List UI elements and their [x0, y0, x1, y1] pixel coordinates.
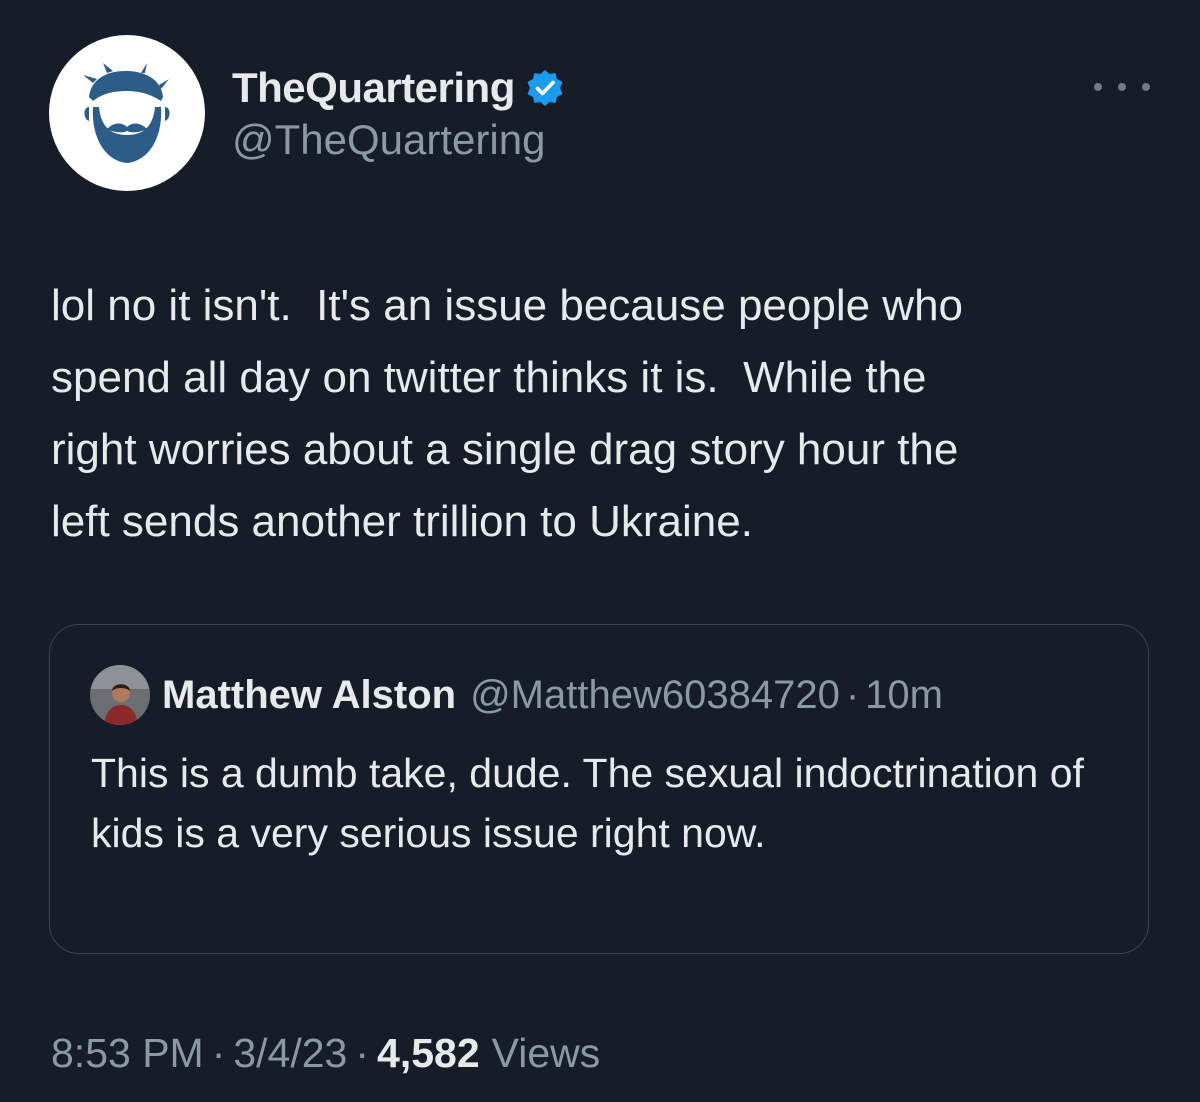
- author-avatar[interactable]: [49, 35, 205, 191]
- tweet-meta: 8:53 PM · 3/4/23 · 4,582 Views: [51, 1030, 600, 1077]
- more-dot: [1142, 83, 1150, 91]
- tweet-detail: TheQuartering @TheQuartering lol no it i…: [0, 0, 1200, 1102]
- quoted-author-handle[interactable]: @Matthew60384720: [470, 673, 840, 718]
- views-label: Views: [491, 1030, 601, 1076]
- quoted-author-avatar[interactable]: [90, 665, 150, 725]
- display-name-row: TheQuartering: [232, 62, 565, 114]
- tweet-time[interactable]: 8:53 PM: [51, 1030, 204, 1077]
- bearded-man-logo-icon: [83, 63, 170, 163]
- meta-separator: ·: [211, 1030, 226, 1076]
- quoted-author-name[interactable]: Matthew Alston: [162, 673, 456, 718]
- tweet-text: lol no it isn't. It's an issue because p…: [51, 281, 964, 546]
- author-info: TheQuartering @TheQuartering: [232, 62, 565, 164]
- quoted-timestamp[interactable]: 10m: [865, 673, 943, 718]
- verified-badge-icon[interactable]: [525, 68, 565, 108]
- quoted-tweet[interactable]: Matthew Alston @Matthew60384720 · 10m Th…: [49, 624, 1149, 954]
- quoted-tweet-header: Matthew Alston @Matthew60384720 · 10m: [90, 665, 943, 725]
- person-photo-icon: [90, 665, 150, 725]
- quoted-tweet-text: This is a dumb take, dude. The sexual in…: [91, 750, 1084, 856]
- tweet-date[interactable]: 3/4/23: [233, 1030, 347, 1077]
- meta-separator: ·: [355, 1030, 370, 1076]
- more-options-icon[interactable]: [1094, 74, 1150, 100]
- more-dot: [1118, 83, 1126, 91]
- more-dot: [1094, 83, 1102, 91]
- views-count[interactable]: 4,582: [377, 1030, 480, 1077]
- quoted-separator: ·: [845, 672, 860, 717]
- author-display-name[interactable]: TheQuartering: [232, 64, 515, 112]
- author-handle[interactable]: @TheQuartering: [232, 116, 565, 164]
